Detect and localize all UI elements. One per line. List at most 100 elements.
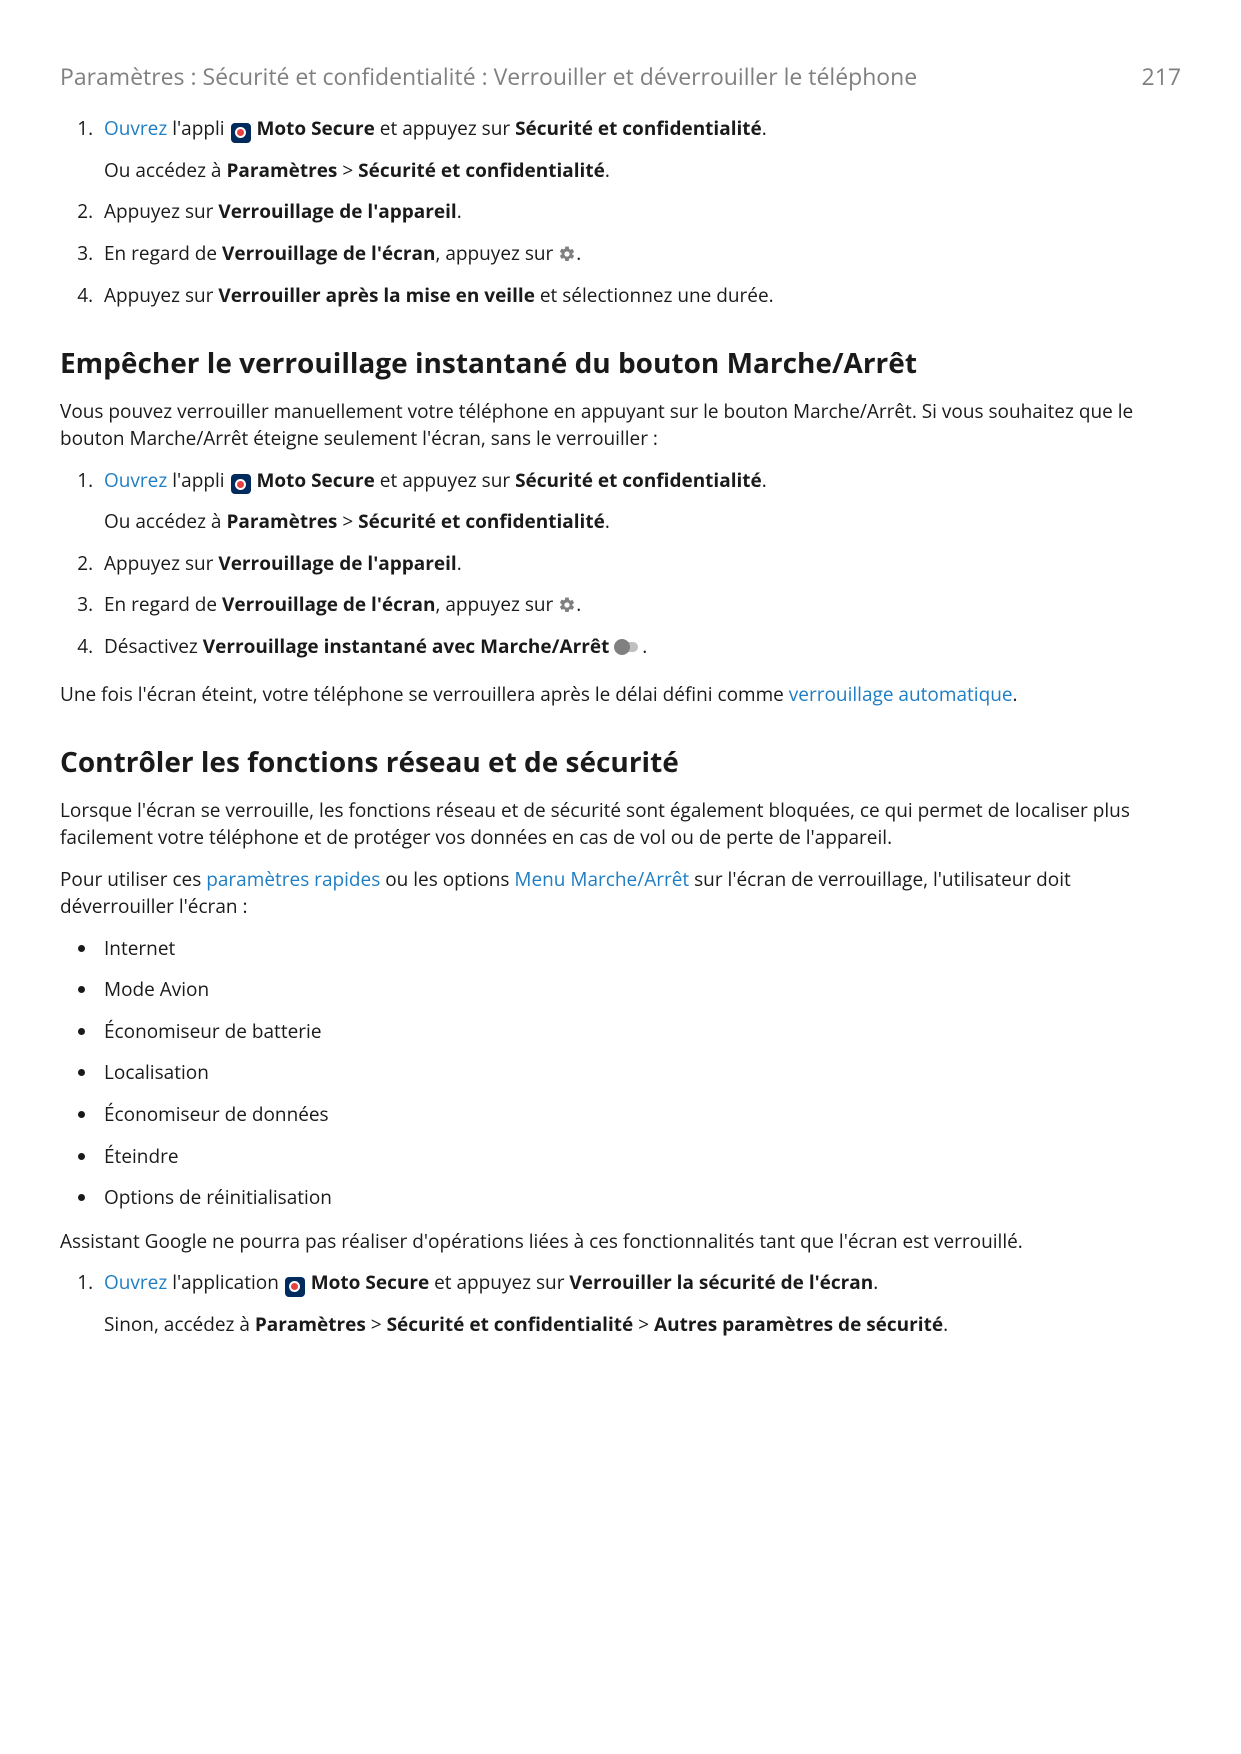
text: et appuyez sur [375,115,515,141]
lock-screen-security-label: Verrouiller la sécurité de l'écran [569,1269,873,1295]
open-link[interactable]: Ouvrez [104,115,167,141]
text: l'appli [167,467,229,493]
text: Sinon, accédez à [104,1311,255,1337]
app-name: Moto Secure [256,467,374,493]
text: . [605,508,610,534]
label: Verrouillage instantané avec Marche/Arrê… [203,633,610,659]
open-link[interactable]: Ouvrez [104,467,167,493]
text: l'appli [167,115,229,141]
paragraph: Assistant Google ne pourra pas réaliser … [60,1228,1181,1256]
text: Appuyez sur [104,282,218,308]
text: Désactivez [104,633,203,659]
chevron-icon: > [371,1311,382,1337]
section-heading: Contrôler les fonctions réseau et de séc… [60,742,1181,783]
alt-path: Ou accédez à Paramètres > Sécurité et co… [104,508,1181,536]
label: Verrouillage de l'écran [222,240,435,266]
chevron-icon: > [638,1311,649,1337]
security-label: Sécurité et confidentialité [358,157,605,183]
security-label: Sécurité et confidentialité [515,115,762,141]
features-list: Internet Mode Avion Économiseur de batte… [60,935,1181,1212]
list-item: Options de réinitialisation [98,1184,1181,1212]
security-label: Sécurité et confidentialité [387,1311,634,1337]
app-name: Moto Secure [256,115,374,141]
paragraph: Vous pouvez verrouiller manuellement vot… [60,398,1181,453]
label: Verrouillage de l'écran [222,591,435,617]
list-item: Localisation [98,1059,1181,1087]
label: Verrouiller après la mise en veille [218,282,535,308]
text: En regard de [104,240,222,266]
step: Ouvrez l'appli Moto Secure et appuyez su… [98,115,1181,184]
text: . [762,115,767,141]
text: Ou accédez à [104,157,226,183]
paragraph: Pour utiliser ces paramètres rapides ou … [60,866,1181,921]
text: Une fois l'écran éteint, votre téléphone… [60,681,789,707]
text: l'application [167,1269,284,1295]
moto-secure-app-icon [231,123,251,143]
paragraph: Lorsque l'écran se verrouille, les fonct… [60,797,1181,852]
label: Verrouillage de l'appareil [218,550,456,576]
text: . [1013,681,1018,707]
text: . [642,633,647,659]
text: et appuyez sur [375,467,515,493]
moto-secure-app-icon [285,1277,305,1297]
step: Désactivez Verrouillage instantané avec … [98,633,1181,661]
text: et appuyez sur [429,1269,569,1295]
text: Pour utiliser ces [60,866,206,892]
step: Appuyez sur Verrouiller après la mise en… [98,282,1181,310]
page-header: Paramètres : Sécurité et confidentialité… [60,60,1181,93]
alt-path: Ou accédez à Paramètres > Sécurité et co… [104,157,1181,185]
chevron-icon: > [342,157,353,183]
power-menu-link[interactable]: Menu Marche/Arrêt [514,866,689,892]
moto-secure-app-icon [231,474,251,494]
text: . [762,467,767,493]
text: . [576,591,581,617]
label: Verrouillage de l'appareil [218,198,456,224]
chevron-icon: > [342,508,353,534]
steps-list-b: Ouvrez l'appli Moto Secure et appuyez su… [60,467,1181,661]
steps-list-c: Ouvrez l'application Moto Secure et appu… [60,1269,1181,1338]
text: . [605,157,610,183]
list-item: Économiseur de batterie [98,1018,1181,1046]
paragraph: Une fois l'écran éteint, votre téléphone… [60,681,1181,709]
settings-label: Paramètres [226,508,337,534]
toggle-off-icon [614,639,642,655]
other-security-label: Autres paramètres de sécurité [654,1311,943,1337]
list-item: Économiseur de données [98,1101,1181,1129]
text: . [457,550,462,576]
text: , appuyez sur [436,591,559,617]
text: . [943,1311,948,1337]
text: , appuyez sur [436,240,559,266]
text: Appuyez sur [104,198,218,224]
text: En regard de [104,591,222,617]
steps-list-a: Ouvrez l'appli Moto Secure et appuyez su… [60,115,1181,309]
page-number: 217 [1142,60,1181,93]
breadcrumb: Paramètres : Sécurité et confidentialité… [60,60,1142,93]
text: ou les options [380,866,514,892]
list-item: Éteindre [98,1143,1181,1171]
gear-icon [558,596,576,614]
step: Ouvrez l'appli Moto Secure et appuyez su… [98,467,1181,536]
text: Appuyez sur [104,550,218,576]
step: Appuyez sur Verrouillage de l'appareil. [98,198,1181,226]
text: . [457,198,462,224]
step: En regard de Verrouillage de l'écran, ap… [98,240,1181,268]
app-name: Moto Secure [311,1269,429,1295]
gear-icon [558,245,576,263]
auto-lock-link[interactable]: verrouillage automatique [789,681,1013,707]
open-link[interactable]: Ouvrez [104,1269,167,1295]
list-item: Mode Avion [98,976,1181,1004]
security-label: Sécurité et confidentialité [515,467,762,493]
text: . [873,1269,878,1295]
text: et sélectionnez une durée. [535,282,774,308]
quick-settings-link[interactable]: paramètres rapides [206,866,380,892]
settings-label: Paramètres [255,1311,366,1337]
security-label: Sécurité et confidentialité [358,508,605,534]
step: Appuyez sur Verrouillage de l'appareil. [98,550,1181,578]
settings-label: Paramètres [226,157,337,183]
list-item: Internet [98,935,1181,963]
step: Ouvrez l'application Moto Secure et appu… [98,1269,1181,1338]
step: En regard de Verrouillage de l'écran, ap… [98,591,1181,619]
text: Ou accédez à [104,508,226,534]
alt-path: Sinon, accédez à Paramètres > Sécurité e… [104,1311,1181,1339]
section-heading: Empêcher le verrouillage instantané du b… [60,343,1181,384]
